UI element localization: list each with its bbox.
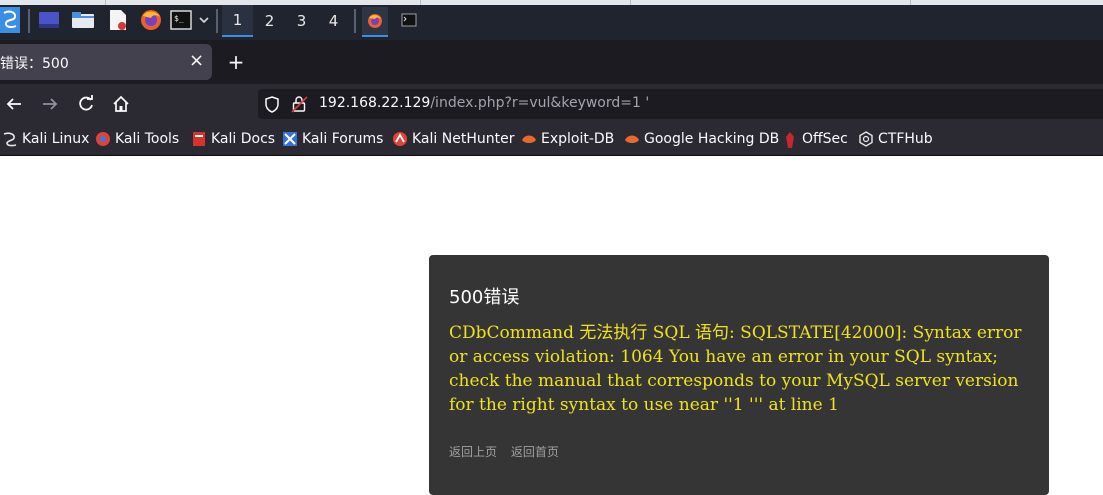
chevron-down-icon[interactable] xyxy=(197,9,211,31)
back-page-link[interactable]: 返回上页 xyxy=(449,445,497,459)
reload-button[interactable] xyxy=(73,92,99,116)
error-links: 返回上页 返回首页 xyxy=(449,443,569,460)
error-title: 500错误 xyxy=(449,287,520,308)
bookmark-kali-linux[interactable]: Kali Linux xyxy=(2,130,89,148)
ctfhub-icon xyxy=(858,131,874,147)
home-button[interactable] xyxy=(108,92,134,116)
svg-text:$_: $_ xyxy=(174,14,184,23)
insecure-lock-icon[interactable] xyxy=(291,95,308,117)
workspace-4-button[interactable]: 4 xyxy=(318,5,349,37)
home-page-link[interactable]: 返回首页 xyxy=(511,445,559,459)
desktop-icon[interactable] xyxy=(38,9,60,31)
home-icon xyxy=(113,95,129,112)
url-host: 192.168.22.129 xyxy=(319,95,431,111)
kali-tools-icon xyxy=(95,131,111,147)
bookmark-kali-tools[interactable]: Kali Tools xyxy=(95,130,179,148)
taskbar: $_ 1 2 3 4 xyxy=(0,0,1103,40)
ghdb-icon xyxy=(624,131,640,147)
terminal-window-icon[interactable] xyxy=(398,9,420,31)
taskbar-top-strip xyxy=(0,0,1103,5)
error-card: 500错误 CDbCommand 无法执行 SQL 语句: SQLSTATE[4… xyxy=(429,255,1049,495)
page-content: 500错误 CDbCommand 无法执行 SQL 语句: SQLSTATE[4… xyxy=(0,156,1103,495)
bookmarks-toolbar: Kali Linux Kali Tools Kali Docs Kali For… xyxy=(0,124,1103,156)
tab-error-500[interactable]: 错误：500 × xyxy=(0,44,212,80)
tab-title: 错误：500 xyxy=(0,56,69,72)
kali-forums-icon xyxy=(282,131,298,147)
navigation-toolbar: 192.168.22.129/index.php?r=vul&keyword=1… xyxy=(0,84,1103,124)
back-button[interactable] xyxy=(1,92,27,116)
workspace-2-button[interactable]: 2 xyxy=(254,5,285,37)
bookmark-kali-forums[interactable]: Kali Forums xyxy=(282,130,383,148)
forward-button[interactable] xyxy=(37,92,63,116)
kali-dragon-icon xyxy=(2,131,18,147)
url-bar[interactable]: 192.168.22.129/index.php?r=vul&keyword=1… xyxy=(258,89,1103,119)
text-editor-icon[interactable] xyxy=(107,9,129,31)
bookmark-kali-docs[interactable]: Kali Docs xyxy=(191,130,275,148)
tab-close-button[interactable]: × xyxy=(189,50,204,72)
url-path: /index.php?r=vul&keyword=1 ' xyxy=(430,95,650,111)
error-message: CDbCommand 无法执行 SQL 语句: SQLSTATE[42000]:… xyxy=(449,323,1022,415)
bookmark-google-hacking-db[interactable]: Google Hacking DB xyxy=(624,130,779,148)
nethunter-icon xyxy=(392,131,408,147)
forward-arrow-icon xyxy=(43,98,58,110)
firefox-icon[interactable] xyxy=(139,9,163,31)
bookmark-ctfhub[interactable]: CTFHub xyxy=(858,130,933,148)
bookmark-exploit-db[interactable]: Exploit-DB xyxy=(521,130,614,148)
offsec-icon xyxy=(782,131,798,148)
kali-dragon-icon[interactable] xyxy=(0,7,20,33)
shield-icon[interactable] xyxy=(264,96,280,117)
terminal-icon[interactable]: $_ xyxy=(170,9,192,31)
firefox-window-icon[interactable] xyxy=(362,7,388,37)
bookmark-kali-nethunter[interactable]: Kali NetHunter xyxy=(392,130,514,148)
workspace-1-button[interactable]: 1 xyxy=(222,5,253,37)
browser-tab-strip: 错误：500 × + xyxy=(0,40,1103,84)
reload-icon xyxy=(79,95,93,111)
bookmark-offsec[interactable]: OffSec xyxy=(782,130,848,148)
new-tab-button[interactable]: + xyxy=(225,48,247,76)
url-text[interactable]: 192.168.22.129/index.php?r=vul&keyword=1… xyxy=(319,95,649,111)
back-arrow-icon xyxy=(6,98,21,110)
exploit-db-icon xyxy=(521,131,537,147)
workspace-3-button[interactable]: 3 xyxy=(286,5,317,37)
kali-docs-icon xyxy=(191,131,207,147)
file-manager-icon[interactable] xyxy=(71,9,95,31)
